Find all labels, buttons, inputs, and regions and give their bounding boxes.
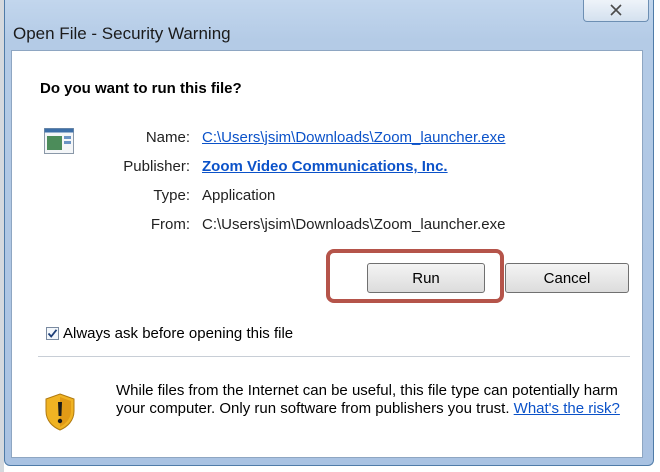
security-warning-dialog: Open File - Security Warning Do you want…	[4, 0, 654, 466]
window-title: Open File - Security Warning	[13, 24, 231, 43]
always-ask-checkbox[interactable]	[46, 327, 59, 340]
dialog-content: Do you want to run this file? Name: C:\U…	[11, 50, 643, 458]
warning-shield-icon	[45, 393, 75, 431]
section-divider	[38, 356, 630, 357]
question-heading: Do you want to run this file?	[40, 80, 242, 97]
checkmark-icon	[47, 329, 58, 338]
name-label: Name:	[145, 129, 190, 146]
run-button[interactable]: Run	[367, 263, 485, 293]
always-ask-label: Always ask before opening this file	[63, 325, 294, 342]
publisher-link[interactable]: Zoom Video Communications, Inc.	[202, 158, 448, 175]
warning-message: While files from the Internet can be use…	[116, 382, 624, 418]
file-name-link[interactable]: C:\Users\jsim\Downloads\Zoom_launcher.ex…	[202, 129, 505, 146]
from-label: From:	[150, 216, 190, 233]
from-value: C:\Users\jsim\Downloads\Zoom_launcher.ex…	[202, 216, 506, 233]
type-value: Application	[202, 187, 276, 204]
always-ask-option[interactable]: Always ask before opening this file	[46, 325, 293, 342]
cancel-button[interactable]: Cancel	[505, 263, 629, 293]
publisher-label: Publisher:	[123, 158, 190, 175]
type-label: Type:	[153, 187, 190, 204]
close-icon	[610, 4, 622, 16]
whats-the-risk-link[interactable]: What's the risk?	[514, 400, 620, 417]
close-button[interactable]	[583, 0, 649, 22]
